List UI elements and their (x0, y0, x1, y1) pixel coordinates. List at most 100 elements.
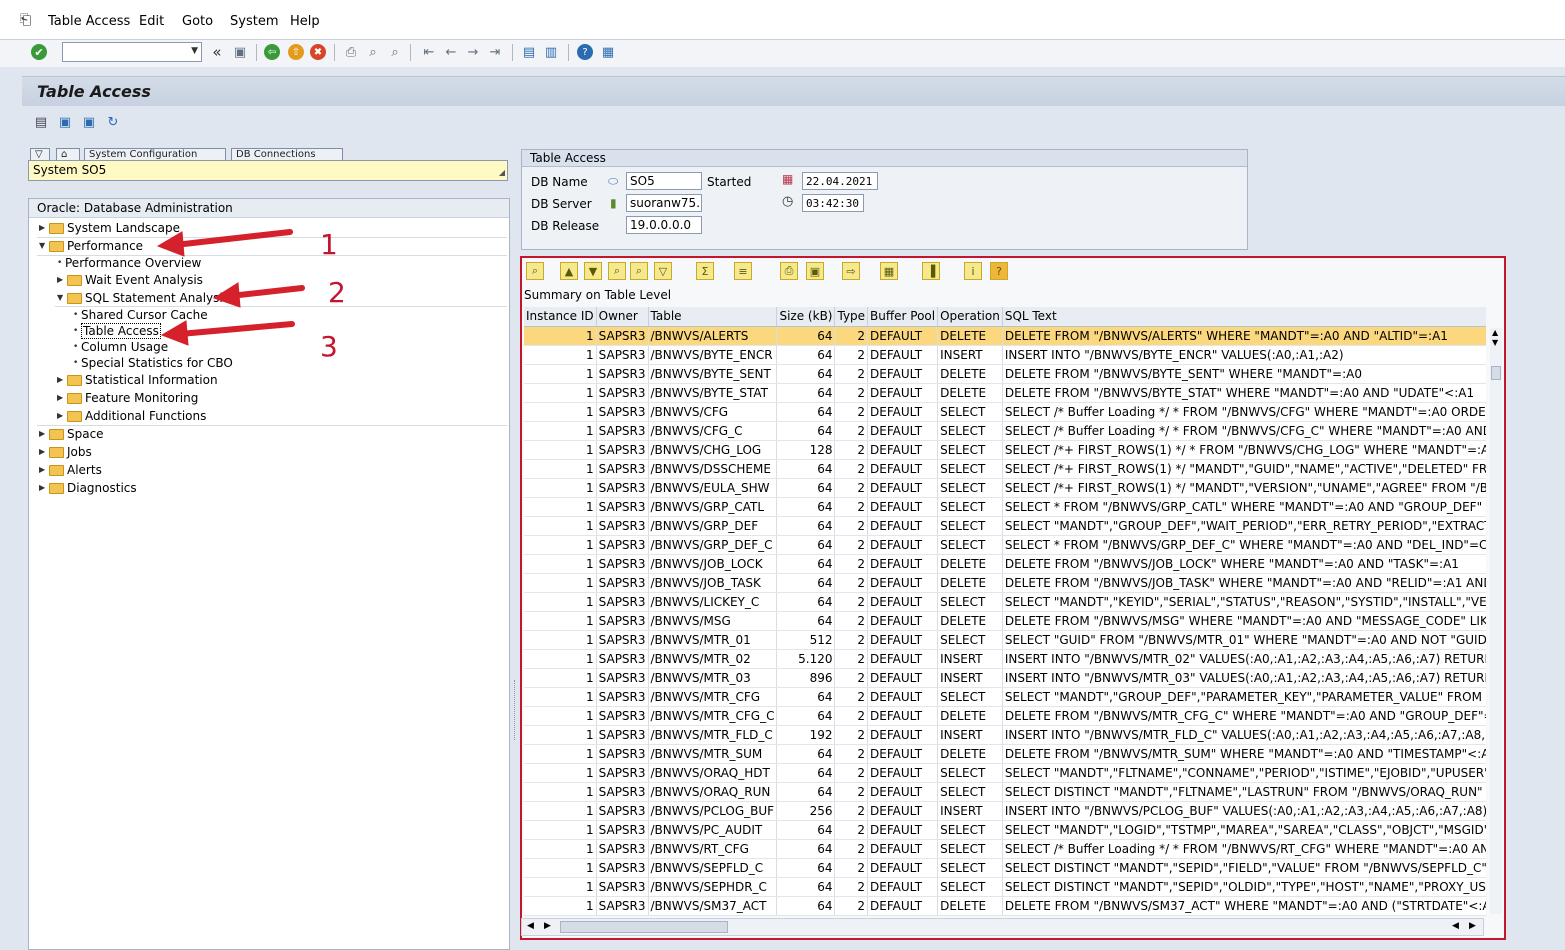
cell-type[interactable]: 2 (834, 801, 869, 821)
cell-table[interactable]: /BNWVS/MTR_02 (648, 649, 778, 669)
layout-icon[interactable]: ▤ (32, 113, 50, 131)
cell-owner[interactable]: SAPSR3 (596, 820, 649, 840)
cell-operation[interactable]: SELECT (937, 459, 1003, 479)
cell-type[interactable]: 2 (834, 326, 869, 346)
tree-node-diagnostics[interactable]: ▶ Diagnostics (39, 479, 137, 497)
scroll-thumb[interactable] (1491, 366, 1501, 380)
cell-type[interactable]: 2 (834, 554, 869, 574)
cell-operation[interactable]: SELECT (937, 687, 1003, 707)
cell-type[interactable]: 2 (834, 592, 869, 612)
column-header-sql-text[interactable]: SQL Text (1002, 307, 1486, 327)
find-icon[interactable]: ⌕ (364, 43, 382, 61)
cell-operation[interactable]: DELETE (937, 326, 1003, 346)
cell-size[interactable]: 64 (776, 554, 836, 574)
cell-owner[interactable]: SAPSR3 (596, 554, 649, 574)
horizontal-scroll-thumb[interactable] (560, 921, 728, 933)
cell-table[interactable]: /BNWVS/SM37_ACT (648, 896, 778, 916)
cell-buffer-pool[interactable]: DEFAULT (867, 573, 939, 593)
tree-node-alerts[interactable]: ▶ Alerts (39, 461, 102, 479)
cell-buffer-pool[interactable]: DEFAULT (867, 364, 939, 384)
tree-node-jobs[interactable]: ▶ Jobs (39, 443, 92, 461)
cell-instance-id[interactable]: 1 (524, 478, 597, 498)
cell-operation[interactable]: DELETE (937, 611, 1003, 631)
save-icon[interactable]: ▣ (231, 43, 249, 61)
column-header-operation[interactable]: Operation (937, 307, 1003, 327)
cell-instance-id[interactable]: 1 (524, 383, 597, 403)
cell-type[interactable]: 2 (834, 478, 869, 498)
horizontal-scrollbar[interactable]: ◀ ▶ ◀ ▶ (521, 918, 1484, 936)
cell-size[interactable]: 192 (776, 725, 836, 745)
table-row[interactable]: 1 SAPSR3/BNWVS/PC_AUDIT 64 2 DEFAULT SELECT SE… (524, 820, 1486, 840)
cell-size[interactable]: 64 (776, 364, 836, 384)
cell-size[interactable]: 64 (776, 459, 836, 479)
vertical-scrollbar[interactable]: ▲ ▼ (1490, 328, 1502, 914)
cell-owner[interactable]: SAPSR3 (596, 763, 649, 783)
cell-size[interactable]: 64 (776, 402, 836, 422)
cell-instance-id[interactable]: 1 (524, 782, 597, 802)
table-row[interactable]: 1 SAPSR3/BNWVS/CFG 64 2 DEFAULT SELECT SELECT … (524, 402, 1486, 422)
cell-type[interactable]: 2 (834, 364, 869, 384)
layout-icon[interactable]: ▦ (880, 262, 898, 280)
cell-instance-id[interactable]: 1 (524, 858, 597, 878)
cell-table[interactable]: /BNWVS/EULA_SHW (648, 478, 778, 498)
cell-sql-text[interactable]: DELETE FROM "/BNWVS/BYTE_STAT" WHERE "MA… (1002, 383, 1486, 403)
pane-splitter[interactable] (512, 680, 518, 740)
cell-table[interactable]: /BNWVS/JOB_TASK (648, 573, 778, 593)
cell-owner[interactable]: SAPSR3 (596, 706, 649, 726)
cell-instance-id[interactable]: 1 (524, 516, 597, 536)
table-row[interactable]: 1 SAPSR3/BNWVS/EULA_SHW 64 2 DEFAULT SELECT SE… (524, 478, 1486, 498)
cell-size[interactable]: 64 (776, 744, 836, 764)
cell-instance-id[interactable]: 1 (524, 668, 597, 688)
cell-table[interactable]: /BNWVS/MTR_03 (648, 668, 778, 688)
cell-owner[interactable]: SAPSR3 (596, 782, 649, 802)
cell-sql-text[interactable]: SELECT "GUID" FROM "/BNWVS/MTR_01" WHERE… (1002, 630, 1486, 650)
cell-owner[interactable]: SAPSR3 (596, 326, 649, 346)
filter-icon[interactable]: ▽ (654, 262, 672, 280)
chevron-down-icon[interactable]: ▼ (191, 46, 198, 56)
cell-instance-id[interactable]: 1 (524, 364, 597, 384)
cell-sql-text[interactable]: SELECT DISTINCT "MANDT","SEPID","OLDID",… (1002, 877, 1486, 897)
cell-sql-text[interactable]: SELECT /* Buffer Loading */ * FROM "/BNW… (1002, 839, 1486, 859)
sort-descending-icon[interactable]: ▼ (584, 262, 602, 280)
cell-size[interactable]: 64 (776, 478, 836, 498)
cell-sql-text[interactable]: DELETE FROM "/BNWVS/JOB_LOCK" WHERE "MAN… (1002, 554, 1486, 574)
cell-operation[interactable]: INSERT (937, 649, 1003, 669)
cell-buffer-pool[interactable]: DEFAULT (867, 896, 939, 916)
cell-sql-text[interactable]: DELETE FROM "/BNWVS/MSG" WHERE "MANDT"=:… (1002, 611, 1486, 631)
next-page-icon[interactable]: → (464, 43, 482, 61)
cell-buffer-pool[interactable]: DEFAULT (867, 459, 939, 479)
cell-instance-id[interactable]: 1 (524, 630, 597, 650)
cell-size[interactable]: 64 (776, 820, 836, 840)
last-page-icon[interactable]: ⇥ (486, 43, 504, 61)
cell-instance-id[interactable]: 1 (524, 763, 597, 783)
cell-operation[interactable]: SELECT (937, 516, 1003, 536)
cell-buffer-pool[interactable]: DEFAULT (867, 611, 939, 631)
table-row[interactable]: 1 SAPSR3/BNWVS/CFG_C 64 2 DEFAULT SELECT SELEC… (524, 421, 1486, 441)
cell-table[interactable]: /BNWVS/SEPHDR_C (648, 877, 778, 897)
table-row[interactable]: 1 SAPSR3/BNWVS/DSSCHEME 64 2 DEFAULT SELECT SE… (524, 459, 1486, 479)
cell-operation[interactable]: INSERT (937, 801, 1003, 821)
cell-type[interactable]: 2 (834, 820, 869, 840)
scroll-up-icon[interactable]: ▲ (1492, 328, 1498, 337)
cell-sql-text[interactable]: INSERT INTO "/BNWVS/MTR_02" VALUES(:A0,:… (1002, 649, 1486, 669)
column-header-instance-id[interactable]: Instance ID (524, 307, 597, 327)
cell-owner[interactable]: SAPSR3 (596, 459, 649, 479)
cell-operation[interactable]: SELECT (937, 820, 1003, 840)
column-header-owner[interactable]: Owner (596, 307, 649, 327)
cell-buffer-pool[interactable]: DEFAULT (867, 478, 939, 498)
cell-buffer-pool[interactable]: DEFAULT (867, 668, 939, 688)
table-row[interactable]: 1 SAPSR3/BNWVS/MTR_CFG_C 64 2 DEFAULT DELETE D… (524, 706, 1486, 726)
cell-sql-text[interactable]: DELETE FROM "/BNWVS/JOB_TASK" WHERE "MAN… (1002, 573, 1486, 593)
cell-size[interactable]: 64 (776, 573, 836, 593)
cell-operation[interactable]: DELETE (937, 706, 1003, 726)
cell-buffer-pool[interactable]: DEFAULT (867, 763, 939, 783)
cell-type[interactable]: 2 (834, 573, 869, 593)
column-header-type[interactable]: Type (834, 307, 869, 327)
cell-buffer-pool[interactable]: DEFAULT (867, 877, 939, 897)
cell-size[interactable]: 64 (776, 782, 836, 802)
table-row[interactable]: 1 SAPSR3/BNWVS/JOB_TASK 64 2 DEFAULT DELETE DE… (524, 573, 1486, 593)
cell-table[interactable]: /BNWVS/ORAQ_RUN (648, 782, 778, 802)
cell-sql-text[interactable]: DELETE FROM "/BNWVS/BYTE_SENT" WHERE "MA… (1002, 364, 1486, 384)
table-row[interactable]: 1 SAPSR3/BNWVS/MTR_CFG 64 2 DEFAULT SELECT SEL… (524, 687, 1486, 707)
cell-table[interactable]: /BNWVS/GRP_DEF (648, 516, 778, 536)
